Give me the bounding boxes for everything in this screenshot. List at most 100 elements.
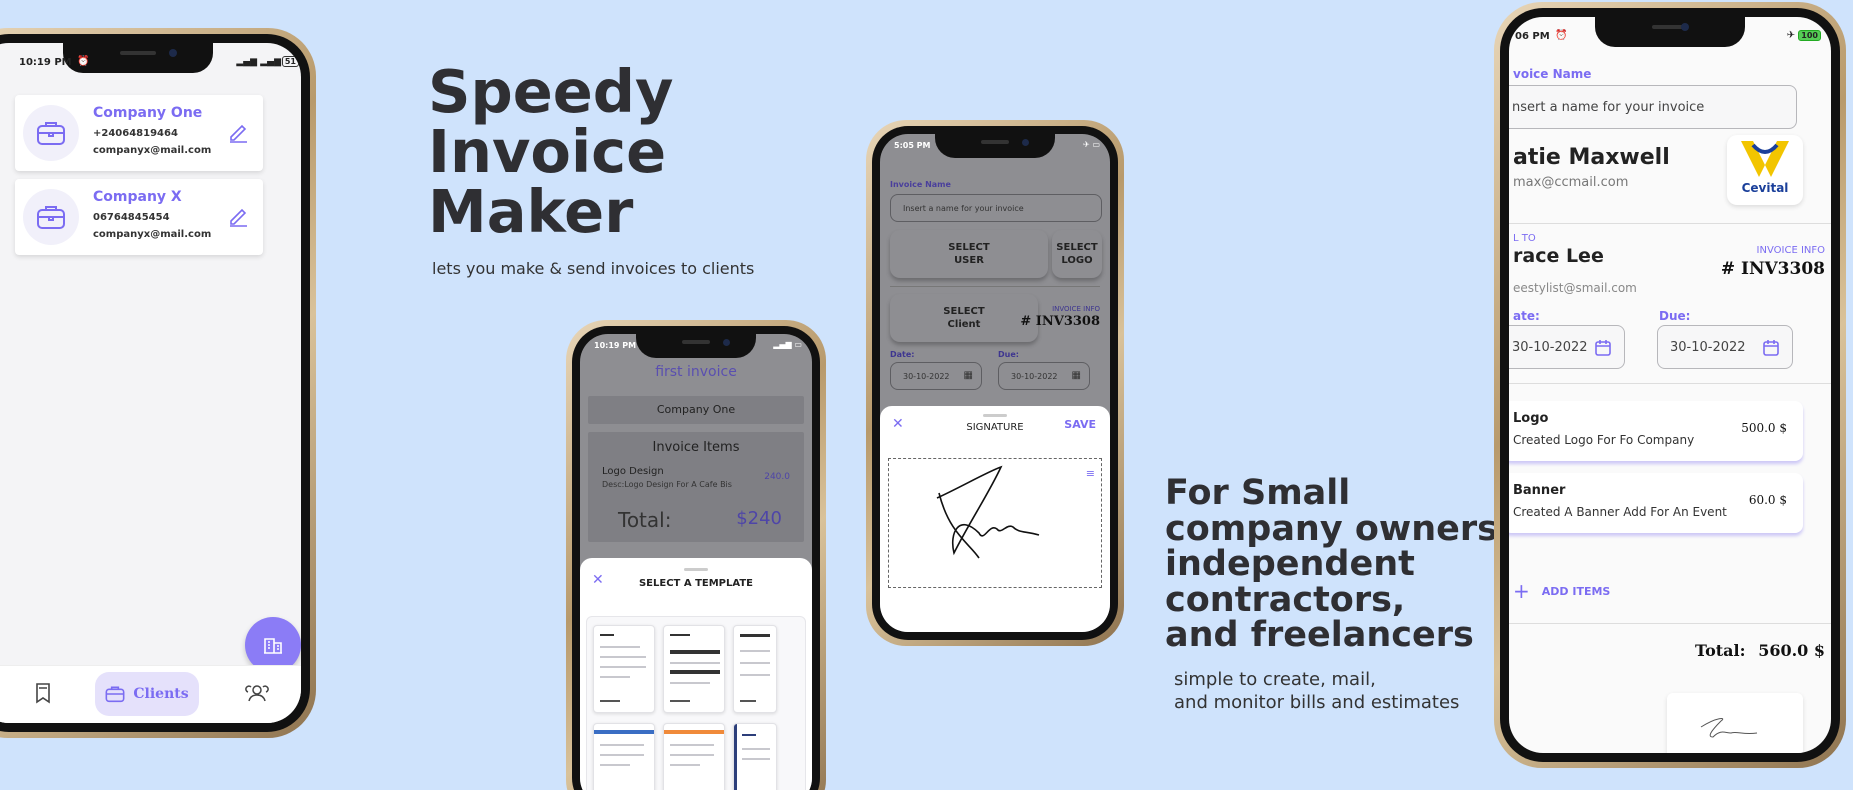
invoice-item-row[interactable]: Logo Created Logo For Fo Company 500.0 $ <box>1509 401 1803 461</box>
item-desc: Created A Banner Add For An Event <box>1513 505 1727 519</box>
alarm-icon: ⏰ <box>77 56 90 67</box>
bookmark-icon <box>36 683 50 704</box>
item-desc: Created Logo For Fo Company <box>1513 433 1695 447</box>
client-email: companyx@mail.com <box>93 145 212 156</box>
bottom-nav: Clients <box>0 665 301 723</box>
battery-icon: 100 <box>1798 30 1821 41</box>
edit-icon[interactable] <box>227 205 249 231</box>
item-name: Logo <box>1513 411 1549 426</box>
drag-handle[interactable] <box>684 568 708 571</box>
date-field[interactable]: 30-10-2022 ▦ <box>890 362 982 390</box>
calendar-icon <box>1763 340 1779 356</box>
building-icon <box>264 638 282 654</box>
audience-subtitle: simple to create, mail, and monitor bill… <box>1174 669 1460 713</box>
template-thumb[interactable] <box>733 625 777 713</box>
client-name: Company One <box>93 105 203 121</box>
item-desc: Desc:Logo Design For A Cafe Bis <box>602 480 732 489</box>
item-price: 240.0 <box>764 472 790 482</box>
company-logo[interactable]: Cevital <box>1727 135 1803 205</box>
calendar-icon: ▦ <box>963 370 973 381</box>
template-sheet: ✕ SELECT A TEMPLATE <box>580 558 812 790</box>
users-icon <box>245 685 269 702</box>
invoice-name-input[interactable]: nsert a name for your invoice <box>1509 85 1797 129</box>
total-value: $240 <box>736 508 782 529</box>
airplane-icon: ✈ <box>1786 30 1795 41</box>
add-items-button[interactable]: + ADD ITEMS <box>1513 579 1610 603</box>
signal-icon: ▂▄▆ ▂▄▆ <box>236 57 281 67</box>
signature-preview[interactable] <box>1667 693 1803 753</box>
phone-clients: 10:19 PM ⏰ ▂▄▆ ▂▄▆ 51 Company One +24064… <box>0 28 316 738</box>
phone-invoice: 06 PM ⏰ ✈ 100 voice Name nsert a name fo… <box>1494 2 1846 768</box>
user-email: max@ccmail.com <box>1513 175 1629 190</box>
divider <box>1509 223 1831 224</box>
template-thumb[interactable] <box>733 723 777 790</box>
invoice-number: # INV3308 <box>1020 314 1100 329</box>
status-bar: 06 PM ⏰ ✈ 100 <box>1509 17 1831 47</box>
briefcase-icon <box>23 189 79 245</box>
battery-icon: ✈ ▭ <box>1082 140 1100 149</box>
signature-pad[interactable]: ≡ <box>888 458 1102 588</box>
calendar-icon <box>1595 340 1611 356</box>
edit-icon[interactable] <box>227 121 249 147</box>
battery-icon: 51 <box>281 56 299 67</box>
select-logo-button[interactable]: SELECT LOGO <box>1052 230 1102 278</box>
status-bar: 10:19 PM ▂▄▆ ▭ <box>594 340 802 350</box>
status-bar: 5:05 PM ✈ ▭ <box>894 140 1100 150</box>
item-price: 60.0 $ <box>1748 493 1787 507</box>
total-label: Total: <box>618 508 672 532</box>
sheet-title: SELECT A TEMPLATE <box>638 578 754 589</box>
invoice-number: # INV3308 <box>1720 259 1825 279</box>
due-field[interactable]: 30-10-2022 <box>1657 325 1793 369</box>
drag-handle[interactable] <box>983 414 1007 417</box>
due-field[interactable]: 30-10-2022 ▦ <box>998 362 1090 390</box>
client-email: companyx@mail.com <box>93 229 212 240</box>
invoice-title: first invoice <box>655 364 737 380</box>
cevital-logo-icon <box>1741 141 1789 177</box>
plus-icon: + <box>1513 579 1530 603</box>
client-phone: +24064819464 <box>93 128 178 139</box>
item-name: Logo Design <box>602 466 664 477</box>
date-field[interactable]: 30-10-2022 <box>1509 325 1625 369</box>
client-card[interactable]: Company One +24064819464 companyx@mail.c… <box>15 95 263 171</box>
briefcase-icon <box>105 686 125 703</box>
phone-template: 10:19 PM ▂▄▆ ▭ first invoice Company One… <box>566 320 826 790</box>
client-phone: 06764845454 <box>93 212 170 223</box>
signature-sheet: ✕ SIGNATURE SAVE ≡ <box>880 406 1110 632</box>
calendar-icon: ▦ <box>1071 370 1081 381</box>
template-thumb[interactable] <box>593 723 655 790</box>
select-user-button[interactable]: SELECT USER <box>890 230 1048 278</box>
user-name: atie Maxwell <box>1513 145 1670 170</box>
client-card[interactable]: Company X 06764845454 companyx@mail.com <box>15 179 263 255</box>
save-button[interactable]: SAVE <box>1064 418 1096 431</box>
select-client-button[interactable]: SELECT Client <box>890 294 1038 342</box>
client-email: eestylist@smail.com <box>1513 281 1637 295</box>
client-name: race Lee <box>1513 245 1604 267</box>
total-label: Total: <box>1695 641 1746 660</box>
template-thumb[interactable] <box>663 625 725 713</box>
template-grid <box>586 616 806 790</box>
audience-heading: For Small company owners, independent co… <box>1165 473 1512 655</box>
nav-users-button[interactable] <box>245 682 269 708</box>
nav-clients-tab[interactable]: Clients <box>95 672 199 716</box>
template-thumb[interactable] <box>663 723 725 790</box>
total-value: 560.0 $ <box>1758 641 1825 660</box>
app-subtitle: lets you make & send invoices to clients <box>432 259 755 278</box>
divider <box>1509 623 1831 624</box>
client-name: Company X <box>93 189 182 205</box>
divider <box>890 286 1100 287</box>
company-field[interactable]: Company One <box>588 396 804 424</box>
item-name: Banner <box>1513 483 1566 498</box>
invoice-name-input[interactable]: Insert a name for your invoice <box>890 194 1102 222</box>
battery-icon: ▂▄▆ ▭ <box>773 340 802 349</box>
divider <box>1509 383 1831 384</box>
item-price: 500.0 $ <box>1741 421 1787 435</box>
phone-signature: 5:05 PM ✈ ▭ Invoice Name Insert a name f… <box>866 120 1124 646</box>
invoice-item-row[interactable]: Banner Created A Banner Add For An Event… <box>1509 473 1803 533</box>
nav-invoices-button[interactable] <box>33 682 53 708</box>
signature-drawing <box>1700 718 1758 738</box>
template-thumb[interactable] <box>593 625 655 713</box>
signature-drawing <box>936 465 1040 559</box>
menu-icon[interactable]: ≡ <box>1086 467 1095 480</box>
alarm-icon: ⏰ <box>1555 30 1568 41</box>
app-title: Speedy Invoice Maker <box>428 57 674 246</box>
